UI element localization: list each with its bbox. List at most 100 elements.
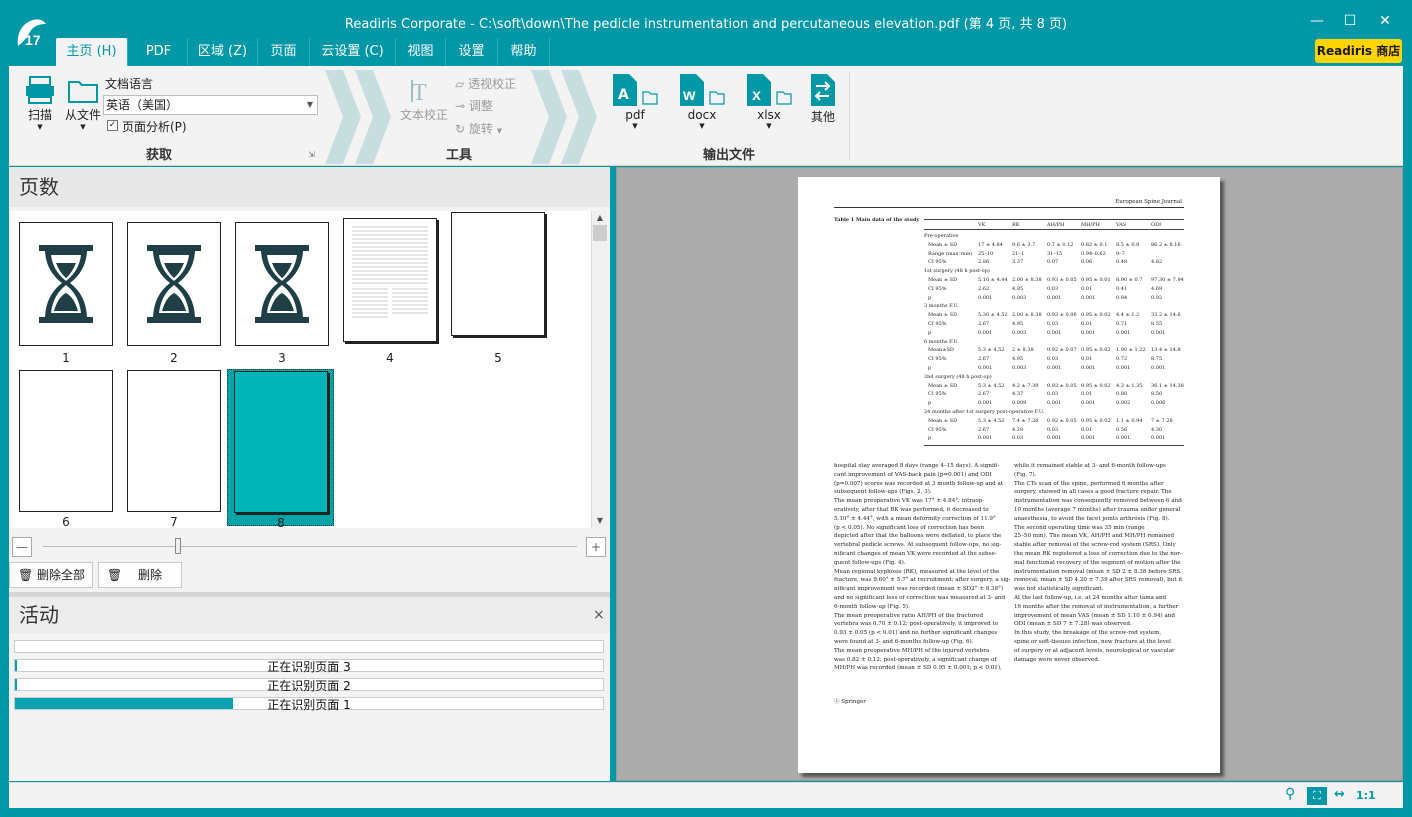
table-cell: 0.84	[1116, 294, 1128, 301]
scroll-down-icon[interactable]: ▼	[593, 514, 607, 528]
table-row-label: p	[928, 294, 932, 301]
text-line: of surgery or at adjacent levels, neurol…	[1014, 647, 1175, 654]
output-other-button[interactable]: 其他	[805, 72, 841, 125]
table-row-label: 24 months after 1st surgery post-operati…	[924, 409, 1045, 415]
adjust-button[interactable]: ⊸ 调整	[455, 97, 493, 114]
pdf-dropdown-icon[interactable]: ▼	[607, 122, 663, 130]
perspective-button[interactable]: ▱ 透视校正	[455, 75, 516, 92]
page-thumbnail[interactable]	[235, 222, 329, 346]
fit-page-icon[interactable]: ⛶	[1307, 787, 1327, 805]
page-thumbnail-selected[interactable]: 8	[227, 369, 334, 530]
minimize-button[interactable]: —	[1302, 10, 1332, 32]
delete-label: 删除	[138, 568, 163, 582]
table-cell: 36.1 ± 14.38	[1151, 382, 1184, 389]
progress-row: 正在识别页面 3	[14, 659, 604, 674]
rotate-button[interactable]: ↻ 旋转 ▼	[455, 120, 502, 137]
tab-view[interactable]: 视图	[396, 38, 446, 66]
table-cell: 21–1	[1012, 250, 1025, 257]
fit-width-icon[interactable]: ↔	[1334, 787, 1345, 802]
close-button[interactable]: ✕	[1370, 10, 1400, 32]
table-cell: 0.01	[1081, 426, 1093, 433]
other-formats-icon	[811, 74, 835, 106]
zoom-slider-thumb[interactable]	[175, 538, 181, 554]
table-header-cell: AH/PH	[1047, 222, 1065, 228]
tab-page[interactable]: 页面	[258, 38, 310, 66]
text-line: stable after removal of the screw-rod sy…	[1014, 542, 1176, 549]
from-file-button[interactable]: 从文件 ▼	[63, 74, 103, 131]
maximize-button[interactable]: ☐	[1335, 10, 1365, 32]
page-thumbnail[interactable]	[451, 212, 545, 336]
thumbnails-scrollbar[interactable]: ▲ ▼	[591, 211, 607, 528]
table-row-label: Range (max–min)	[928, 250, 973, 257]
zoom-in-icon[interactable]: +	[586, 537, 606, 557]
pdf-file-icon: A	[613, 74, 658, 106]
table-cell: 0.001	[978, 400, 993, 407]
search-icon[interactable]: ⚲	[1285, 786, 1295, 802]
text-line: the mean RK registered a loss of correct…	[1014, 550, 1182, 557]
text-correction-label: 文本校正	[399, 108, 448, 122]
xlsx-dropdown-icon[interactable]: ▼	[741, 122, 797, 130]
scan-button[interactable]: 扫描 ▼	[22, 74, 58, 131]
table-row-label: Mean ± SD	[928, 312, 958, 319]
page-thumbnail[interactable]	[19, 370, 113, 512]
table-bottom-rule	[924, 445, 1184, 447]
zoom-slider-track[interactable]	[43, 546, 577, 547]
document-viewer[interactable]: European Spine Journal Table 1 Main data…	[616, 167, 1403, 781]
progress-text: 正在识别页面 1	[267, 698, 351, 712]
delete-all-button[interactable]: 🗑 删除全部	[9, 562, 93, 588]
trash-icon: 🗑	[107, 568, 123, 582]
table-cell: 0.001	[1151, 329, 1166, 336]
scroll-thumb[interactable]	[593, 225, 607, 241]
page-number: 8	[277, 516, 285, 530]
rotate-label: 旋转	[468, 122, 493, 136]
output-pdf-button[interactable]: A pdf ▼	[607, 72, 663, 130]
store-button[interactable]: Readiris 商店	[1315, 39, 1402, 63]
page-analysis-checkbox[interactable]: ✓	[107, 120, 118, 131]
table-cell: 2.67	[978, 426, 990, 433]
hourglass-icon	[255, 245, 309, 323]
tab-pdf[interactable]: PDF	[130, 38, 188, 66]
docx-dropdown-icon[interactable]: ▼	[674, 122, 730, 130]
table-cell: 0.01	[1081, 391, 1093, 398]
page-thumbnail[interactable]	[343, 218, 437, 342]
activity-close-icon[interactable]: ×	[593, 607, 605, 623]
zoom-out-icon[interactable]: —	[12, 537, 32, 557]
table-cell: 0.7 ± 0.12	[1047, 241, 1074, 248]
table-row-label: p	[928, 329, 932, 336]
scan-dropdown-icon[interactable]: ▼	[22, 123, 58, 131]
delete-button[interactable]: 🗑 删除	[98, 562, 182, 588]
doc-language-select[interactable]: 英语（美国） ▼	[103, 95, 318, 115]
tab-zone[interactable]: 区域 (Z)	[188, 38, 258, 66]
output-xlsx-button[interactable]: x xlsx ▼	[741, 72, 797, 130]
table-row-label: 2nd surgery (48 h post-op)	[924, 373, 992, 380]
page-thumbnail[interactable]	[19, 222, 113, 346]
tab-cloud-settings[interactable]: 云设置 (C)	[310, 38, 396, 66]
table-caption: Table 1 Main data of the study	[834, 217, 920, 223]
table-cell: 0.95 ± 0.02	[1081, 312, 1111, 319]
document-preview-icon	[352, 226, 428, 318]
scroll-up-icon[interactable]: ▲	[593, 211, 607, 225]
table-cell: 0.003	[1012, 329, 1027, 336]
trash-icon: 🗑	[18, 568, 34, 582]
pages-panel-title: 页数	[9, 167, 610, 207]
zoom-level[interactable]: 1:1	[1356, 789, 1376, 802]
page-thumbnail[interactable]	[127, 222, 221, 346]
text-line: The second operating time was 35 min (ra…	[1014, 524, 1145, 531]
dialog-launcher-icon[interactable]: ⇲	[308, 150, 315, 159]
tab-settings[interactable]: 设置	[446, 38, 498, 66]
table-cell: 7 ± 7.28	[1151, 417, 1173, 424]
table-cell: 9.6 ± 3.7	[1012, 241, 1036, 248]
rotate-dropdown-icon: ▼	[496, 127, 503, 135]
from-file-dropdown-icon[interactable]: ▼	[63, 123, 103, 131]
text-line: (Fig. 7).	[1014, 471, 1037, 478]
text-line: anaesthesia, to avoid the facet joints a…	[1014, 515, 1170, 522]
table-cell: 0.93 ± 0.05	[1047, 277, 1077, 283]
doc-language-label: 文档语言	[105, 77, 154, 91]
page-thumbnail[interactable]	[127, 370, 221, 512]
publisher-logo: ⓢ Springer	[834, 699, 866, 705]
tab-home[interactable]: 主页 (H)	[56, 38, 128, 66]
output-docx-button[interactable]: w docx ▼	[674, 72, 730, 130]
text-correction-button[interactable]: T 文本校正	[398, 76, 450, 123]
tab-help[interactable]: 帮助	[498, 38, 550, 66]
publisher-name: Springer	[841, 699, 866, 705]
